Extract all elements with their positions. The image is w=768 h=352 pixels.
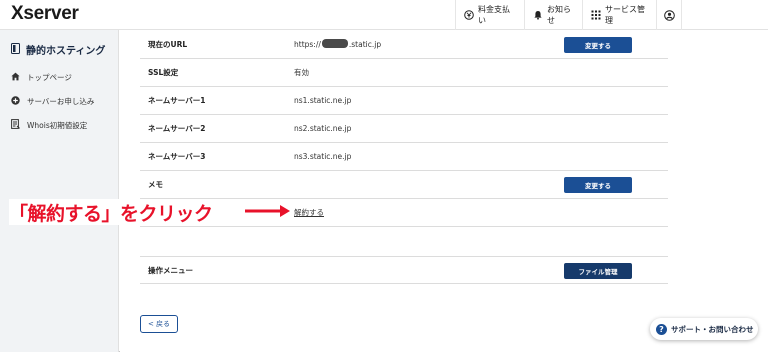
plus-circle-icon [11, 96, 20, 107]
url-suffix: .static.jp [348, 40, 382, 49]
annotation-arrow-icon [245, 205, 290, 217]
row-ssl: SSL設定 有効 [140, 59, 668, 87]
row-value: 有効 [294, 68, 309, 77]
redacted-mask [321, 39, 348, 48]
sidebar-item-label: トップページ [27, 73, 72, 82]
row-value: https:// .static.jp [294, 31, 381, 59]
bell-icon [533, 10, 543, 20]
row-label: 現在のURL [148, 40, 188, 49]
home-icon [11, 72, 20, 83]
notifications-label: お知らせ [547, 5, 571, 25]
sidebar-title-label: 静的ホスティング [26, 46, 106, 57]
row-label: 操作メニュー [148, 266, 193, 275]
sidebar-item-server-application[interactable]: サーバーお申し込み [11, 96, 94, 107]
top-header: Xserver 料金支払い お知らせ サービス管理 [0, 0, 768, 30]
row-label: メモ [148, 180, 163, 189]
main-content: 現在のURL https://.static.jp 変更する SSL設定 有効 … [120, 30, 768, 352]
row-label: ネームサーバー3 [148, 152, 206, 161]
row-cancellation: 解約 解約する [140, 199, 668, 227]
row-nameserver-1: ネームサーバー1 ns1.static.ne.jp [140, 87, 668, 115]
document-icon [11, 119, 20, 131]
static-hosting-icon [11, 42, 20, 57]
notifications-button[interactable]: お知らせ [524, 0, 582, 30]
row-memo: メモ 変更する [140, 171, 668, 199]
user-circle-icon [663, 9, 675, 21]
xserver-logo[interactable]: Xserver [11, 3, 79, 25]
row-nameserver-3: ネームサーバー3 ns3.static.ne.jp [140, 143, 668, 171]
file-manager-button[interactable]: ファイル管理 [564, 263, 632, 279]
row-value: ns1.static.ne.jp [294, 96, 352, 105]
account-button[interactable] [656, 0, 682, 30]
question-icon: ? [656, 323, 667, 335]
sidebar-title: 静的ホスティング [11, 42, 105, 57]
row-value: ns3.static.ne.jp [294, 152, 352, 161]
annotation-text: 「解約する」をクリック [9, 202, 213, 225]
row-operations: 操作メニュー ファイル管理 [140, 256, 668, 284]
annotation-callout: 「解約する」をクリック [9, 199, 215, 225]
row-label: ネームサーバー1 [148, 96, 206, 105]
sidebar-item-top-page[interactable]: トップページ [11, 72, 72, 83]
url-prefix: https:// [294, 40, 321, 49]
pricing-label: 料金支払い [478, 5, 510, 25]
row-label: ネームサーバー2 [148, 124, 206, 133]
row-nameserver-2: ネームサーバー2 ns2.static.ne.jp [140, 115, 668, 143]
sidebar: 静的ホスティング トップページ サーバーお申し込み Whois初期値設定 [0, 30, 119, 352]
pricing-button[interactable]: 料金支払い [455, 0, 524, 30]
sidebar-item-label: Whois初期値設定 [27, 120, 88, 130]
support-contact-button[interactable]: ? サポート・お問い合わせ [650, 318, 758, 340]
services-button[interactable]: サービス管理 [582, 0, 656, 30]
grid-icon [591, 10, 601, 20]
cancel-contract-link[interactable]: 解約する [294, 199, 324, 227]
sidebar-item-whois-settings[interactable]: Whois初期値設定 [11, 119, 87, 131]
sidebar-item-label: サーバーお申し込み [27, 97, 95, 106]
back-button[interactable]: < 戻る [140, 315, 178, 333]
row-current-url: 現在のURL https:// .static.jp 変更する [140, 31, 668, 59]
change-memo-button[interactable]: 変更する [564, 177, 632, 193]
change-url-button[interactable]: 変更する [564, 37, 632, 53]
yen-coin-icon [464, 10, 474, 20]
row-label: SSL設定 [148, 68, 179, 77]
support-label: サポート・お問い合わせ [671, 324, 754, 334]
row-value: ns2.static.ne.jp [294, 124, 352, 133]
services-label: サービス管理 [605, 5, 645, 25]
